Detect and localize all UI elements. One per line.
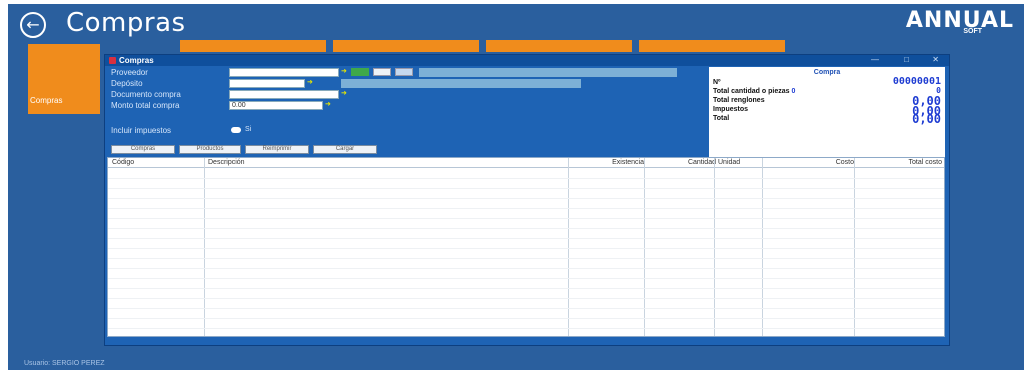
- brand-sub: SOFT: [963, 28, 982, 35]
- cargar-button[interactable]: Cargar: [313, 145, 377, 154]
- summary-panel: Compra Nº 00000001 Total cantidad o piez…: [709, 67, 945, 157]
- total-value: 0,00: [912, 112, 941, 126]
- table-row[interactable]: [108, 218, 944, 219]
- col-existencia[interactable]: Existencia: [570, 158, 646, 168]
- proveedor-info-bar: [419, 68, 677, 77]
- col-unidad[interactable]: Unidad: [716, 158, 742, 168]
- app-title: Compras: [66, 8, 186, 38]
- table-row[interactable]: [108, 188, 944, 189]
- renglones-label: Total renglones: [713, 97, 765, 104]
- minimize-button[interactable]: —: [871, 55, 879, 64]
- brand-logo: ANNUAL: [905, 8, 1014, 33]
- table-row[interactable]: [108, 208, 944, 209]
- arrow-right-icon[interactable]: ➜: [341, 68, 349, 76]
- dialog-title: Compras: [119, 56, 154, 65]
- summary-header: Compra: [813, 69, 841, 76]
- side-tile-label: Compras: [30, 96, 63, 105]
- app-window: ← Compras ANNUAL SOFT Compras Compras — …: [8, 4, 1024, 370]
- table-row[interactable]: [108, 308, 944, 309]
- deposito-input[interactable]: [229, 79, 305, 88]
- proveedor-label: Proveedor: [111, 68, 148, 77]
- productos-button[interactable]: Productos: [179, 145, 241, 154]
- proveedor-edit-button[interactable]: [395, 68, 413, 76]
- col-descripcion[interactable]: Descripción: [206, 158, 247, 168]
- table-row[interactable]: [108, 248, 944, 249]
- proveedor-new-button[interactable]: [373, 68, 391, 76]
- arrow-right-icon[interactable]: ➜: [341, 90, 349, 98]
- app-window-icon: [109, 57, 116, 64]
- table-row[interactable]: [108, 258, 944, 259]
- top-tabs: [180, 40, 792, 52]
- close-button[interactable]: ✕: [932, 55, 939, 64]
- table-row[interactable]: [108, 328, 944, 329]
- table-row[interactable]: [108, 178, 944, 179]
- back-arrow-icon[interactable]: ←: [20, 12, 46, 38]
- impuestos-label: Impuestos: [713, 106, 749, 113]
- col-cantidad[interactable]: Cantidad: [644, 158, 718, 168]
- proveedor-input[interactable]: [229, 68, 339, 77]
- table-row[interactable]: [108, 198, 944, 199]
- maximize-button[interactable]: □: [904, 55, 909, 64]
- monto-label: Monto total compra: [111, 101, 180, 110]
- table-row[interactable]: [108, 278, 944, 279]
- top-tab-4[interactable]: [639, 40, 785, 52]
- compras-button[interactable]: Compras: [111, 145, 175, 154]
- number-label: Nº: [713, 79, 721, 86]
- monto-input[interactable]: 0.00: [229, 101, 323, 110]
- deposito-info-bar: [341, 79, 581, 88]
- arrow-right-icon[interactable]: ➜: [307, 79, 315, 87]
- number-value: 00000001: [892, 76, 941, 87]
- cantidad-label-text: Total cantidad o piezas: [713, 88, 790, 95]
- table-row[interactable]: [108, 298, 944, 299]
- col-costo[interactable]: Costo: [764, 158, 856, 168]
- arrow-right-icon[interactable]: ➜: [325, 101, 333, 109]
- dialog-titlebar: Compras — □ ✕: [105, 55, 949, 66]
- incluir-impuestos-toggle[interactable]: [231, 127, 241, 133]
- incluir-impuestos-value: Si: [245, 126, 252, 133]
- top-tab-2[interactable]: [333, 40, 479, 52]
- incluir-impuestos-label: Incluir impuestos: [111, 126, 172, 135]
- col-codigo[interactable]: Código: [110, 158, 136, 168]
- deposito-label: Depósito: [111, 79, 143, 88]
- reimprimir-button[interactable]: Reimprimir: [245, 145, 309, 154]
- documento-input[interactable]: [229, 90, 339, 99]
- footer-user: Usuario: SERGIO PEREZ: [24, 360, 105, 367]
- compras-dialog: Compras — □ ✕ Proveedor Depósito Documen…: [104, 54, 950, 346]
- documento-label: Documento compra: [111, 90, 181, 99]
- cantidad-label: Total cantidad o piezas 0: [713, 88, 795, 95]
- table-row[interactable]: [108, 288, 944, 289]
- table-header: Código Descripción Existencia Cantidad U…: [108, 158, 944, 168]
- table-row[interactable]: [108, 238, 944, 239]
- top-tab-3[interactable]: [486, 40, 632, 52]
- total-label: Total: [713, 115, 730, 122]
- col-total-costo[interactable]: Total costo: [856, 158, 944, 168]
- table-row[interactable]: [108, 228, 944, 229]
- products-table[interactable]: Código Descripción Existencia Cantidad U…: [107, 157, 945, 337]
- cantidad-value: 0: [791, 88, 796, 95]
- table-row[interactable]: [108, 318, 944, 319]
- table-row[interactable]: [108, 268, 944, 269]
- proveedor-search-button[interactable]: [351, 68, 369, 76]
- top-tab-1[interactable]: [180, 40, 326, 52]
